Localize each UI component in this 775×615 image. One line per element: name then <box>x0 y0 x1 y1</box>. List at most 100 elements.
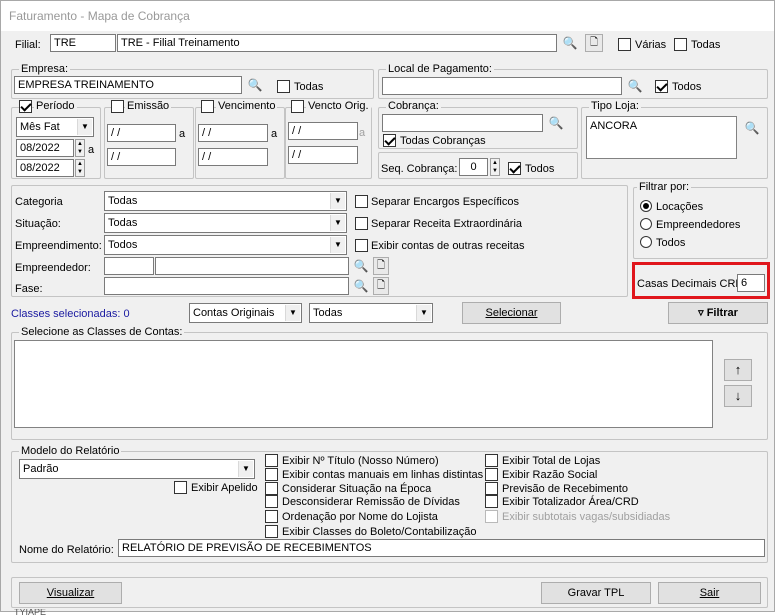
chevron-down-icon: ▼ <box>238 461 253 477</box>
periodo-fim-input[interactable]: 08/2022 <box>16 159 74 177</box>
window-title: Faturamento - Mapa de Cobrança <box>1 1 774 31</box>
opcao-total-lojas-label: Exibir Total de Lojas <box>502 455 601 467</box>
filial-name-input[interactable]: TRE - Filial Treinamento <box>117 34 557 52</box>
empresa-todas-checkbox[interactable] <box>277 80 290 93</box>
opcao-situacao-epoca-checkbox[interactable] <box>265 482 278 495</box>
opcao-totalizador-checkbox[interactable] <box>485 495 498 508</box>
periodo-inicio-spinner[interactable]: ▲ ▼ <box>75 139 85 157</box>
categoria-label: Categoria <box>15 196 63 208</box>
empreendimento-select[interactable]: Todos ▼ <box>104 235 347 255</box>
seq-cobranca-input[interactable]: 0 <box>459 158 488 176</box>
vencto-orig-checkbox[interactable] <box>291 100 304 113</box>
funnel-icon: ▿ <box>698 307 704 319</box>
periodo-tipo-select[interactable]: Mês Fat ▼ <box>16 117 94 137</box>
tipo-loja-list[interactable]: ANCORA <box>586 116 737 159</box>
categoria-select[interactable]: Todas ▼ <box>104 191 347 211</box>
classes-contas-list[interactable] <box>14 340 713 428</box>
vencto-orig-ate-input[interactable]: / / <box>288 146 358 164</box>
empresa-search-icon[interactable]: 🔍 <box>245 75 265 95</box>
vencimento-legend: Vencimento <box>216 100 278 113</box>
visualizar-button[interactable]: Visualizar <box>19 582 122 604</box>
modelo-select[interactable]: Padrão ▼ <box>19 459 255 479</box>
separar-receita-label: Separar Receita Extraordinária <box>371 218 523 230</box>
empreendimento-value: Todos <box>108 239 138 251</box>
opcao-remissao-checkbox[interactable] <box>265 495 278 508</box>
tipo-loja-search-icon[interactable]: 🔍 <box>742 118 762 138</box>
cobranca-search-icon[interactable]: 🔍 <box>546 113 566 133</box>
vencimento-checkbox[interactable] <box>201 100 214 113</box>
gravar-tpl-button[interactable]: Gravar TPL <box>541 582 651 604</box>
fase-search-icon[interactable]: 🔍 <box>351 276 371 296</box>
separar-receita-checkbox[interactable] <box>355 217 368 230</box>
periodo-fim-spinner[interactable]: ▲ ▼ <box>75 159 85 177</box>
empresa-input[interactable]: EMPRESA TREINAMENTO <box>14 76 242 94</box>
tipo-loja-item[interactable]: ANCORA <box>590 120 637 132</box>
filtrar-por-legend: Filtrar por: <box>637 181 692 194</box>
seq-cobranca-spinner[interactable]: ▲ ▼ <box>490 158 500 176</box>
opcao-contas-manuais-checkbox[interactable] <box>265 468 278 481</box>
fase-new-icon[interactable]: 🗋 <box>373 277 389 295</box>
opcao-situacao-epoca-label: Considerar Situação na Época <box>282 483 432 495</box>
filtrar-locacoes-label: Locações <box>656 201 704 213</box>
opcao-remissao-label: Desconsiderar Remissão de Dívidas <box>282 496 460 508</box>
seq-todos-label: Todos <box>525 163 555 175</box>
filial-todas-checkbox[interactable] <box>674 38 687 51</box>
cobranca-legend: Cobrança: <box>386 100 441 113</box>
sair-button[interactable]: Sair <box>658 582 761 604</box>
emissao-de-input[interactable]: / / <box>107 124 176 142</box>
opcao-classes-boleto-checkbox[interactable] <box>265 525 278 538</box>
selecionar-button[interactable]: Selecionar <box>462 302 561 324</box>
local-pagamento-search-icon[interactable]: 🔍 <box>625 76 645 96</box>
cobranca-input[interactable] <box>382 114 543 132</box>
vencto-orig-a-label: a <box>359 127 366 139</box>
separar-encargos-checkbox[interactable] <box>355 195 368 208</box>
classes-tipo-select[interactable]: Contas Originais ▼ <box>189 303 302 323</box>
separar-encargos-label: Separar Encargos Específicos <box>371 196 519 208</box>
classes-filtro-value: Todas <box>313 307 343 319</box>
binoculars-icon[interactable]: 🔍 <box>560 33 580 53</box>
empreendedor-code-input[interactable] <box>104 257 154 275</box>
local-pagamento-input[interactable] <box>382 77 622 95</box>
fase-input[interactable] <box>104 277 349 295</box>
varias-checkbox[interactable] <box>618 38 631 51</box>
classes-filtro-select[interactable]: Todas ▼ <box>309 303 433 323</box>
tipo-loja-legend: Tipo Loja: <box>589 100 641 113</box>
background-text-fragment: ΤΥΙΑΡΕ <box>14 609 47 615</box>
new-document-icon[interactable]: 🗋 <box>585 34 603 52</box>
periodo-checkbox[interactable] <box>19 100 32 113</box>
filtrar-button[interactable]: ▿ Filtrar <box>668 302 768 324</box>
empreendedor-new-icon[interactable]: 🗋 <box>373 257 389 275</box>
filtrar-locacoes-radio[interactable] <box>640 200 652 212</box>
todas-cobrancas-checkbox[interactable] <box>383 134 396 147</box>
footer-group <box>11 577 768 608</box>
periodo-inicio-input[interactable]: 08/2022 <box>16 139 74 157</box>
opcao-nosso-numero-checkbox[interactable] <box>265 454 278 467</box>
opcao-previsao-checkbox[interactable] <box>485 482 498 495</box>
vencimento-de-input[interactable]: / / <box>198 124 268 142</box>
vencto-orig-de-input[interactable]: / / <box>288 122 358 140</box>
arrow-down-icon[interactable]: ↓ <box>724 385 752 407</box>
local-pagamento-todos-checkbox[interactable] <box>655 80 668 93</box>
filtrar-todos-radio[interactable] <box>640 236 652 248</box>
emissao-checkbox[interactable] <box>111 100 124 113</box>
modelo-value: Padrão <box>23 463 59 475</box>
empreendedor-search-icon[interactable]: 🔍 <box>351 256 371 276</box>
fase-label: Fase: <box>15 283 43 295</box>
opcao-total-lojas-checkbox[interactable] <box>485 454 498 467</box>
seq-todos-checkbox[interactable] <box>508 162 521 175</box>
exibir-apelido-checkbox[interactable] <box>174 481 187 494</box>
opcao-ordenacao-checkbox[interactable] <box>265 510 278 523</box>
situacao-select[interactable]: Todas ▼ <box>104 213 347 233</box>
exibir-contas-checkbox[interactable] <box>355 239 368 252</box>
opcao-razao-social-checkbox[interactable] <box>485 468 498 481</box>
nome-relatorio-input[interactable]: RELATÓRIO DE PREVISÃO DE RECEBIMENTOS <box>118 539 765 557</box>
emissao-ate-input[interactable]: / / <box>107 148 176 166</box>
filtrar-empreendedores-radio[interactable] <box>640 218 652 230</box>
opcao-subtotais-checkbox <box>485 510 498 523</box>
arrow-up-icon[interactable]: ↑ <box>724 359 752 381</box>
nome-relatorio-label: Nome do Relatório: <box>19 544 114 556</box>
periodo-legend: Período <box>34 100 77 113</box>
filial-code-input[interactable]: TRE <box>50 34 116 52</box>
empreendedor-name-input[interactable] <box>155 257 349 275</box>
vencimento-ate-input[interactable]: / / <box>198 148 268 166</box>
